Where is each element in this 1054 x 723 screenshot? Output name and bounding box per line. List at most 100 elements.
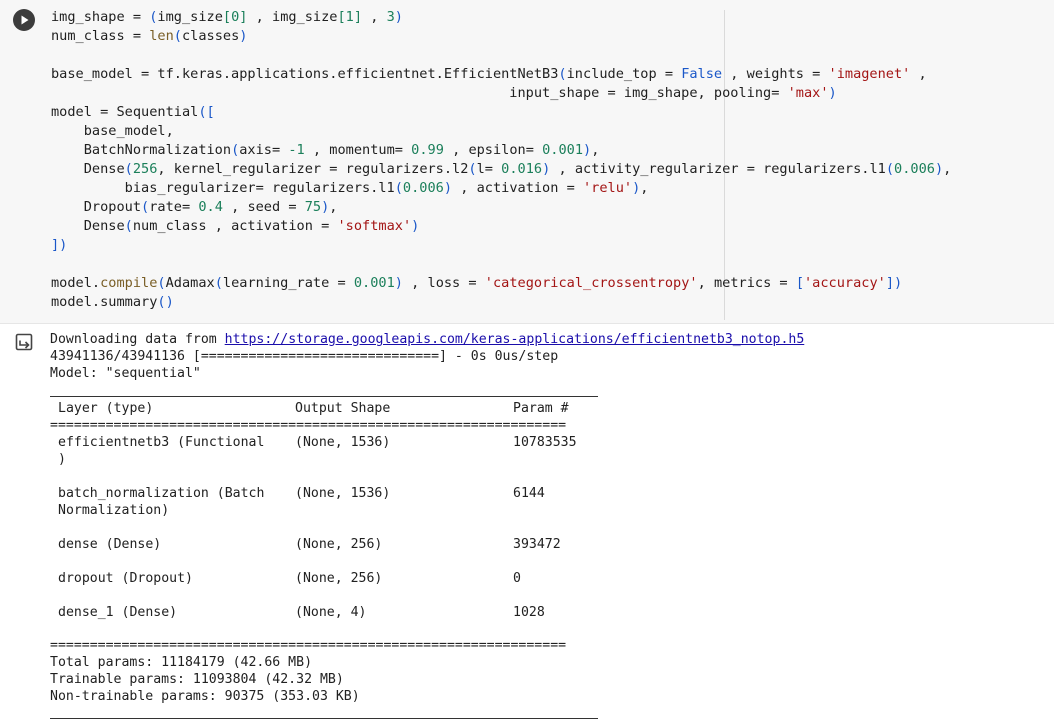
code-token: Dense [51,218,125,234]
code-token: , [362,9,387,25]
summary-top-rule [50,396,598,397]
code-line: num_class = len(classes) [51,27,951,46]
header-layer: Layer (type) [58,401,154,416]
header-params: Param # [513,401,569,416]
code-line: img_shape = (img_size[0] , img_size[1] ,… [51,8,951,27]
code-token: classes [181,28,240,44]
code-token: 256 [132,161,158,177]
code-token: Adamax [165,275,215,291]
param-count: 0 [513,571,521,586]
code-token: ) [394,9,403,25]
code-token: ]) [51,237,68,253]
code-token: () [157,294,174,310]
code-token: , [640,180,649,196]
code-token: l= [476,161,502,177]
code-token: , weights = [722,66,829,82]
param-count: 1028 [513,605,545,620]
code-token: , seed = [222,199,305,215]
code-token: -1 [288,142,305,158]
code-token: include_top = [566,66,682,82]
code-token: ( [173,28,182,44]
layer-name: Normalization) [58,503,170,518]
output-shape: (None, 256) [295,571,383,586]
layer-name: efficientnetb3 (Functional [58,435,265,450]
code-token: rate= [149,199,199,215]
code-token: model. [51,275,101,291]
code-token: [ [222,9,232,25]
code-token: ) [411,218,420,234]
code-token: , loss = [402,275,485,291]
run-cell-button[interactable] [13,9,35,31]
code-token: , [910,66,927,82]
param-count: 6144 [513,486,545,501]
code-token: 'categorical_crossentropy' [484,275,698,291]
code-token: img_shape = [51,9,150,25]
total-params: Total params: 11184179 (42.66 MB) [50,655,313,670]
code-line: base_model = tf.keras.applications.effic… [51,65,951,84]
code-token: ) [443,180,453,196]
trainable-params: Trainable params: 11093804 (42.32 MB) [50,672,344,687]
cell-output: Downloading data from https://storage.go… [50,331,804,382]
code-cell[interactable]: img_shape = (img_size[0] , img_size[1] ,… [0,0,1054,324]
code-token: 'max' [787,85,829,101]
output-shape: (None, 4) [295,605,367,620]
code-token: , [591,142,600,158]
code-token: 'imagenet' [828,66,911,82]
code-token: 3 [386,9,395,25]
code-token: 0.4 [198,199,223,215]
code-token: ( [468,161,477,177]
code-line: Dropout(rate= 0.4 , seed = 75), [51,198,951,217]
code-editor[interactable]: img_shape = (img_size[0] , img_size[1] ,… [51,8,951,312]
code-line: input_shape = img_shape, pooling= 'max') [51,84,951,103]
code-token: , [329,199,338,215]
code-token: Dropout [51,199,142,215]
model-name-line: Model: "sequential" [50,366,201,381]
layer-name: ) [58,452,66,467]
code-token: model.summary [51,294,158,310]
code-token: , activity_regularizer = regularizers.l1 [550,161,886,177]
code-token: , activation = [452,180,583,196]
code-token: num_class , activation = [132,218,338,234]
code-token: ( [394,180,403,196]
code-token: ) [828,85,837,101]
output-redirect-icon[interactable] [14,331,36,353]
output-shape: (None, 1536) [295,435,391,450]
download-link[interactable]: https://storage.googleapis.com/keras-app… [225,332,805,347]
code-token: BatchNormalization [51,142,232,158]
output-shape: (None, 1536) [295,486,391,501]
code-line: ]) [51,236,951,255]
summary-end-rule [50,718,598,719]
progress-line: 43941136/43941136 [=====================… [50,349,559,364]
code-token: compile [100,275,158,291]
layer-name: dropout (Dropout) [58,571,193,586]
code-token: ( [214,275,223,291]
code-line: bias_regularizer= regularizers.l1(0.006)… [51,179,951,198]
layer-name: batch_normalization (Batch [58,486,265,501]
code-token: , [943,161,952,177]
summary-header-double-rule: ========================================… [50,418,567,433]
output-shape: (None, 256) [295,537,383,552]
code-token: len [149,28,174,44]
param-count: 10783535 [513,435,577,450]
code-token: 0.006 [894,161,935,177]
code-line: Dense(256, kernel_regularizer = regulari… [51,160,952,179]
layer-name: dense (Dense) [58,537,162,552]
layer-name: dense_1 (Dense) [58,605,178,620]
code-token: 0.001 [542,142,584,158]
code-token: ) [239,28,248,44]
code-token: ( [141,199,150,215]
code-token: , momentum= [304,142,412,158]
param-count: 393472 [513,537,561,552]
code-token: 0.016 [501,161,543,177]
code-token: ] [353,9,363,25]
code-token: img_size [157,9,223,25]
code-token: ) [583,142,592,158]
code-token: bias_regularizer= regularizers.l1 [51,180,395,196]
download-line: Downloading data from https://storage.go… [50,332,805,347]
code-token: base_model, [51,123,174,139]
code-token: 'accuracy' [804,275,886,291]
code-token: ( [558,66,567,82]
code-token: , kernel_regularizer = regularizers.l2 [157,161,469,177]
code-token: ( [885,161,895,177]
